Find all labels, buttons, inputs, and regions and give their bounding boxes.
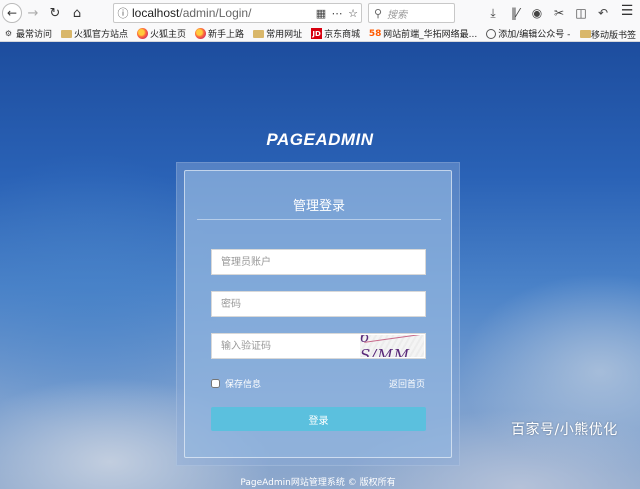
bookmark-jd[interactable]: JD 京东商城 xyxy=(308,27,360,40)
chat-icon[interactable]: ◉ xyxy=(526,6,548,20)
firefox-icon xyxy=(195,28,207,39)
login-page: PAGEADMIN 管理登录 6 S/MM 保存信息 返回首页 登录 PageA… xyxy=(0,42,640,489)
watermark: 百家号/小熊优化 xyxy=(511,422,618,438)
screenshot-icon[interactable]: ✂ xyxy=(548,6,570,20)
hamburger-menu-icon[interactable]: ☰ xyxy=(616,3,638,19)
back-home-link[interactable]: 返回首页 xyxy=(389,377,425,390)
address-bar[interactable]: ⓘ localhost/admin/Login/ ▦ ⋯ ☆ xyxy=(113,3,362,23)
more-actions-icon[interactable]: ⋯ xyxy=(329,7,345,20)
info-icon[interactable]: ⓘ xyxy=(114,5,132,21)
bookmark-58[interactable]: 58 网站前端_华拓网络最... xyxy=(366,27,477,41)
back-arrow-icon[interactable]: ← xyxy=(2,3,22,23)
download-icon[interactable]: ⤓ xyxy=(482,6,504,21)
remember-checkbox[interactable] xyxy=(211,379,220,388)
remember-option[interactable]: 保存信息 xyxy=(211,377,261,390)
bookmarks-bar: ⚙ 最常访问 火狐官方站点 火狐主页 新手上路 常用网址 JD 京东商城 58 网站前… xyxy=(0,26,640,42)
folder-icon xyxy=(579,30,591,38)
login-panel: 管理登录 6 S/MM 保存信息 返回首页 登录 xyxy=(184,170,452,458)
sidebar-icon[interactable]: ◫ xyxy=(570,6,592,20)
58-icon: 58 xyxy=(368,28,382,39)
toolbar-right: ⤓ ‖⁄ ◉ ✂ ◫ ↶ xyxy=(482,3,614,23)
bookmark-official-sites[interactable]: 火狐官方站点 xyxy=(58,27,128,40)
bookmark-firefox-home[interactable]: 火狐主页 xyxy=(134,27,186,40)
brand-logo: PAGEADMIN xyxy=(266,130,374,149)
search-icon: ⚲ xyxy=(373,6,383,20)
forward-arrow-icon[interactable]: → xyxy=(22,2,44,24)
jd-icon: JD xyxy=(311,28,323,39)
search-placeholder: 搜索 xyxy=(387,9,407,21)
captcha-field[interactable]: 6 S/MM xyxy=(211,333,426,359)
remember-label: 保存信息 xyxy=(225,380,262,390)
library-icon[interactable]: ‖⁄ xyxy=(504,6,526,20)
undo-icon[interactable]: ↶ xyxy=(592,6,614,20)
reload-icon[interactable]: ↻ xyxy=(44,2,66,24)
bookmark-star-icon[interactable]: ☆ xyxy=(345,7,361,20)
home-icon[interactable]: ⌂ xyxy=(66,2,88,24)
gear-icon: ⚙ xyxy=(4,29,13,38)
login-title: 管理登录 xyxy=(292,199,345,214)
password-field[interactable] xyxy=(211,291,426,317)
firefox-icon xyxy=(137,28,149,39)
globe-icon xyxy=(486,28,497,39)
bookmark-getting-started[interactable]: 新手上路 xyxy=(192,27,244,40)
divider xyxy=(197,219,441,220)
mobile-bookmarks[interactable]: 移动版书签 xyxy=(579,26,636,41)
search-box[interactable]: ⚲ 搜索 xyxy=(368,3,455,23)
folder-icon xyxy=(61,29,73,38)
footer-copyright: PageAdmin网站管理系统 © 版权所有 xyxy=(240,478,396,488)
captcha-image[interactable]: 6 S/MM xyxy=(360,335,424,357)
folder-icon xyxy=(253,29,265,38)
bookmark-common-sites[interactable]: 常用网址 xyxy=(250,27,302,40)
username-field[interactable] xyxy=(211,249,426,275)
login-button[interactable]: 登录 xyxy=(211,407,426,431)
url-text[interactable]: localhost/admin/Login/ xyxy=(132,6,313,20)
browser-toolbar: ← → ↻ ⌂ ⓘ localhost/admin/Login/ ▦ ⋯ ☆ ⚲… xyxy=(0,0,640,26)
password-input[interactable] xyxy=(212,292,425,316)
username-input[interactable] xyxy=(212,250,425,274)
qr-code-icon[interactable]: ▦ xyxy=(313,7,329,20)
bookmark-add-account[interactable]: 添加/编辑公众号 - xyxy=(483,27,570,40)
bookmark-most-visited[interactable]: ⚙ 最常访问 xyxy=(0,27,52,40)
